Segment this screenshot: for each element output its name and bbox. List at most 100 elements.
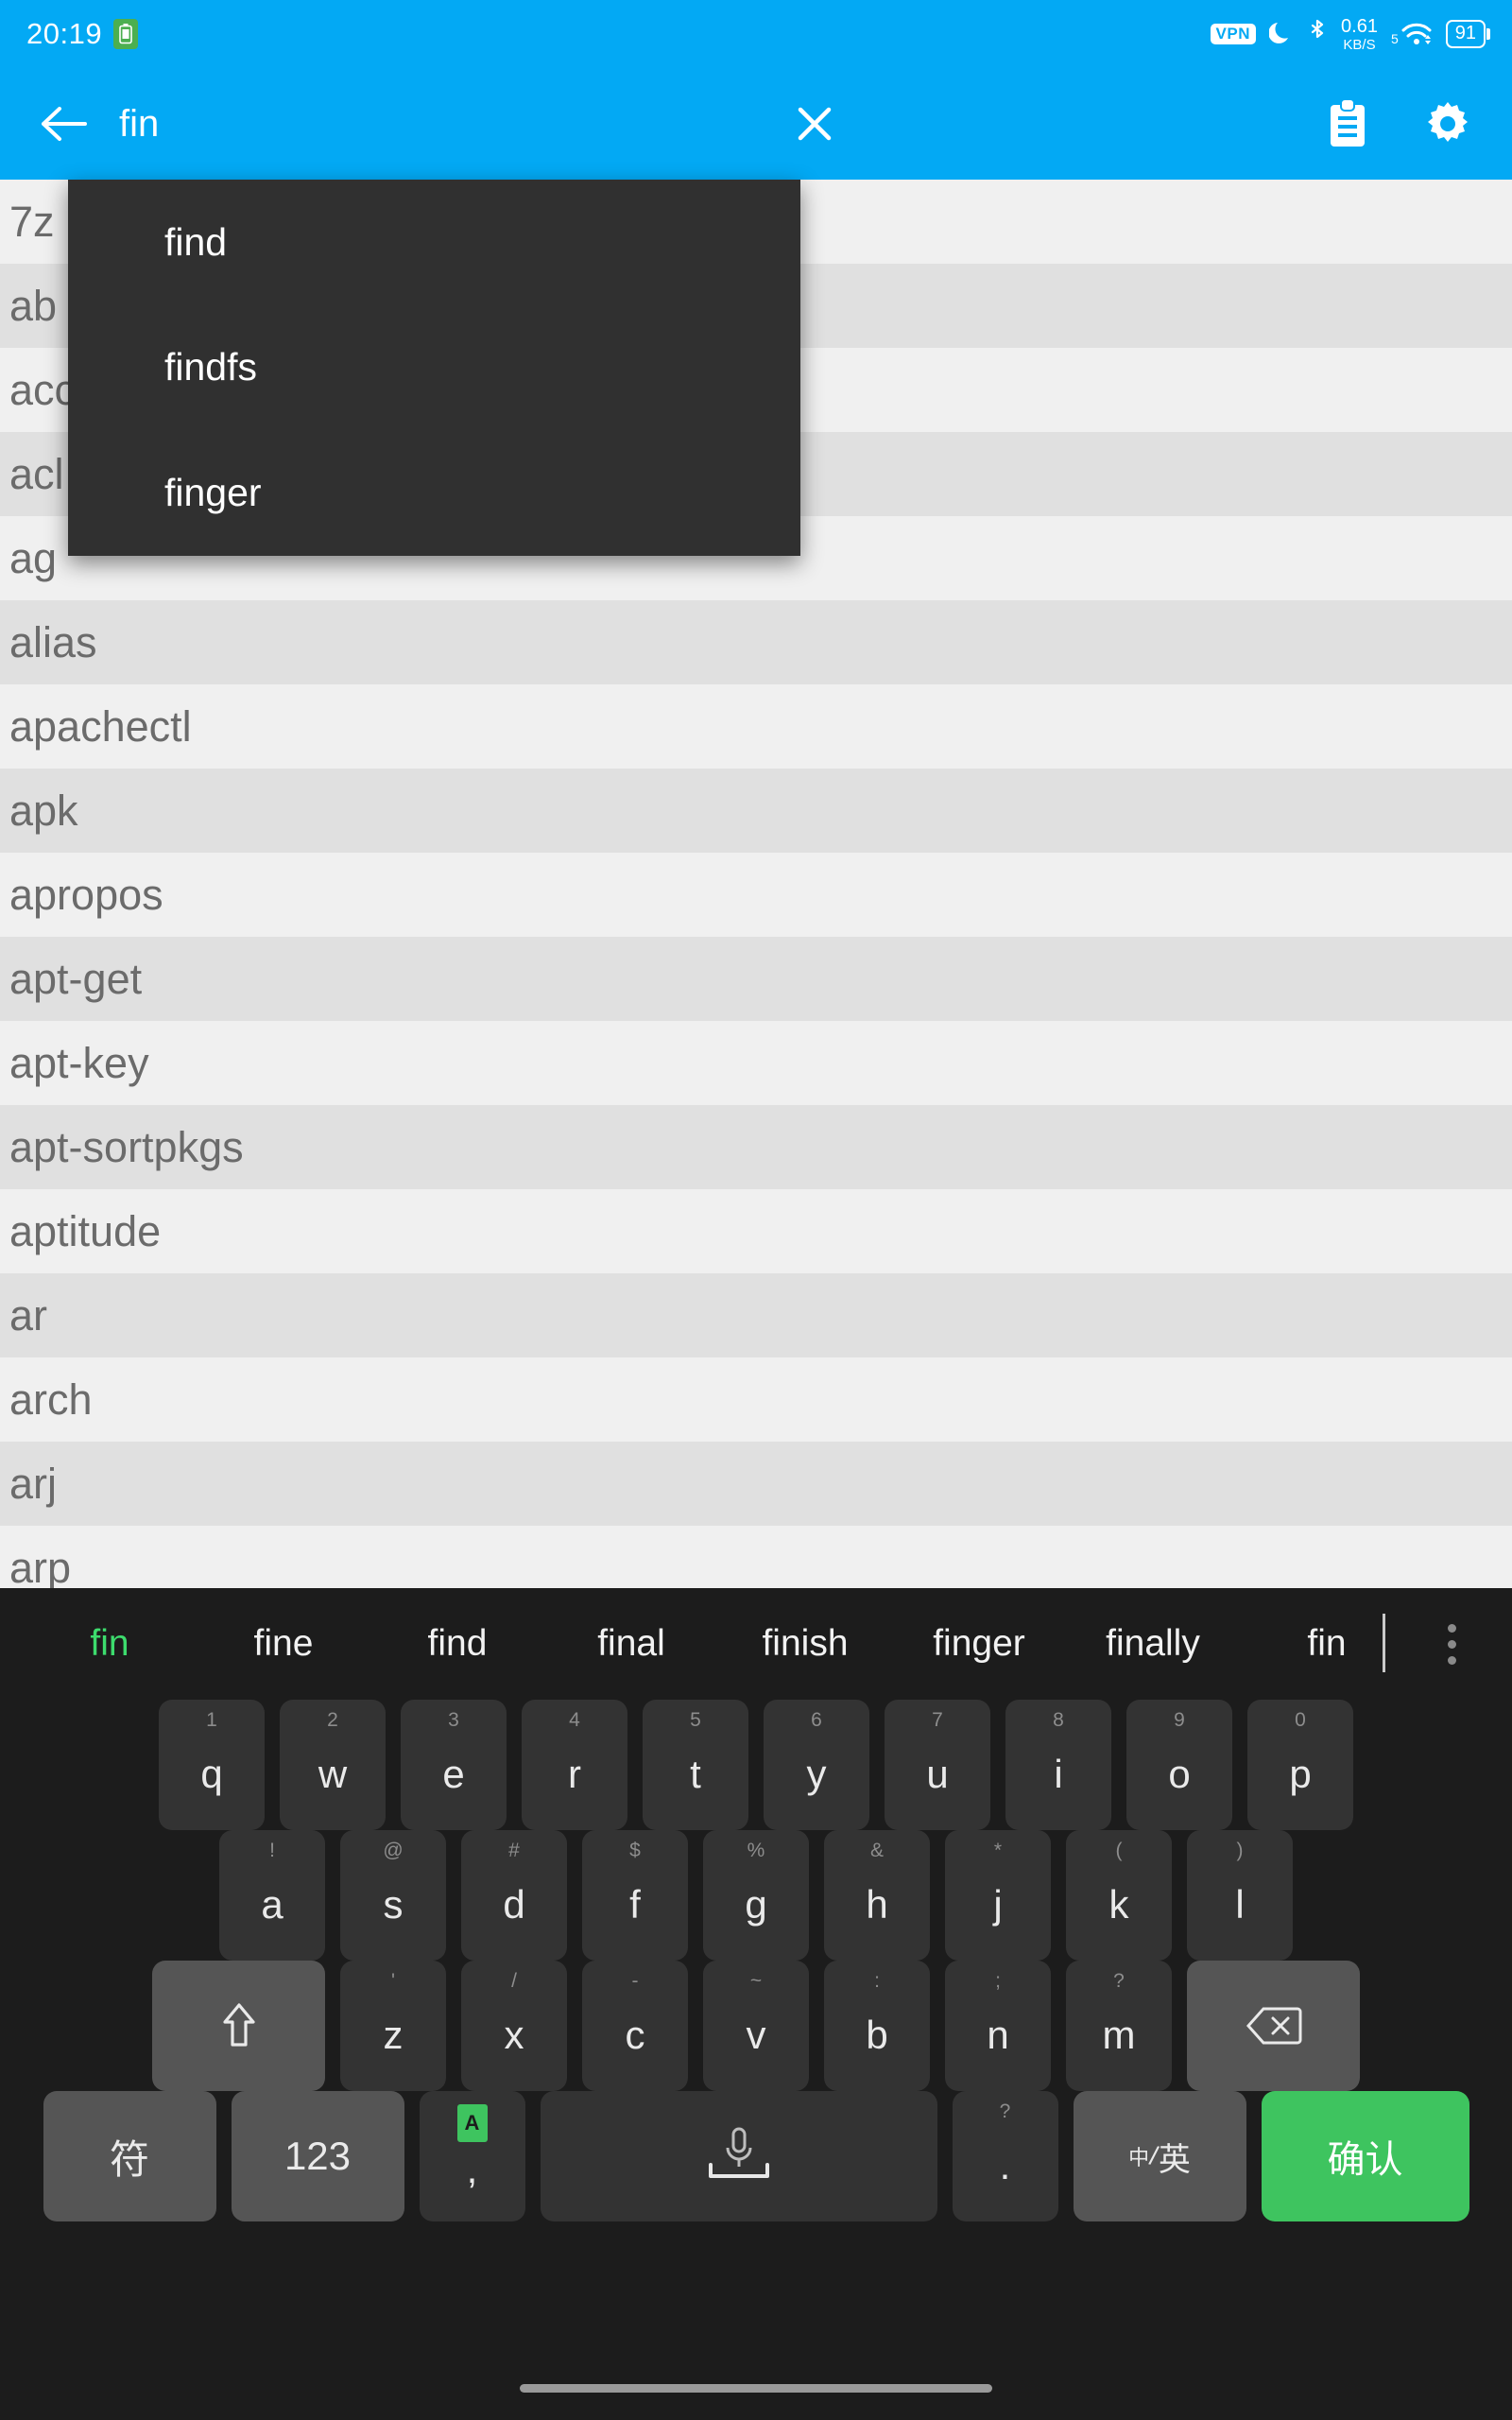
clipboard-icon[interactable]: [1314, 90, 1382, 158]
key-f[interactable]: $ f: [582, 1830, 688, 1961]
key-hint: ': [390, 1970, 396, 1992]
search-input-value: fin: [119, 102, 160, 145]
numbers-key[interactable]: 123: [231, 2091, 404, 2221]
key-label: q: [200, 1752, 223, 1796]
key-j[interactable]: * j: [945, 1830, 1051, 1961]
key-label: z: [383, 2013, 404, 2057]
autocomplete-item[interactable]: find: [68, 180, 800, 305]
back-arrow-icon[interactable]: [30, 90, 98, 158]
key-label: 确认: [1327, 2139, 1403, 2181]
list-item[interactable]: alias: [0, 600, 1512, 684]
key-m[interactable]: ? m: [1066, 1961, 1172, 2091]
key-s[interactable]: @ s: [340, 1830, 446, 1961]
suggestion-item[interactable]: finally: [1066, 1623, 1240, 1665]
keyboard-row-4: 符 123 A , ? . 中 / 英 确认: [0, 2091, 1512, 2221]
key-hint: -: [631, 1970, 639, 1992]
key-z[interactable]: ' z: [340, 1961, 446, 2091]
key-label: t: [690, 1752, 701, 1796]
key-label: u: [926, 1752, 949, 1796]
enter-key[interactable]: 确认: [1261, 2091, 1469, 2221]
key-hint: ): [1236, 1840, 1244, 1861]
list-item[interactable]: apachectl: [0, 684, 1512, 769]
list-item[interactable]: arch: [0, 1357, 1512, 1442]
key-u[interactable]: 7u: [885, 1700, 990, 1830]
key-x[interactable]: / x: [461, 1961, 567, 2091]
key-label: s: [383, 1882, 404, 1927]
suggestion-item[interactable]: final: [544, 1623, 718, 1665]
suggestion-item[interactable]: finger: [892, 1623, 1066, 1665]
key-hint: 1: [206, 1709, 217, 1731]
symbols-key[interactable]: 符: [43, 2091, 216, 2221]
suggestion-bar: fin fine find final finish finger finall…: [0, 1588, 1512, 1700]
key-label: c: [625, 2013, 645, 2057]
close-icon[interactable]: [781, 90, 849, 158]
key-label: x: [504, 2013, 524, 2057]
key-hint: ~: [749, 1970, 763, 1992]
key-v[interactable]: ~ v: [703, 1961, 809, 2091]
suggestion-item[interactable]: finish: [718, 1623, 892, 1665]
language-toggle-key[interactable]: 中 / 英: [1073, 2091, 1246, 2221]
suggestion-item[interactable]: find: [370, 1623, 544, 1665]
key-k[interactable]: (k: [1066, 1830, 1172, 1961]
key-l[interactable]: ) l: [1187, 1830, 1293, 1961]
key-d[interactable]: # d: [461, 1830, 567, 1961]
key-y[interactable]: 6y: [764, 1700, 869, 1830]
autocomplete-dropdown[interactable]: find findfs finger: [68, 180, 800, 556]
list-item[interactable]: ar: [0, 1273, 1512, 1357]
backspace-icon[interactable]: [1187, 1961, 1360, 2091]
suggestion-item[interactable]: fin: [23, 1623, 197, 1665]
search-input[interactable]: fin: [119, 90, 1314, 158]
key-a[interactable]: ! a: [219, 1830, 325, 1961]
list-item[interactable]: arj: [0, 1442, 1512, 1526]
key-hint: 4: [569, 1709, 580, 1731]
shift-up-arrow-icon[interactable]: [152, 1961, 325, 2091]
network-speed-value: 0.61: [1341, 15, 1378, 37]
key-q[interactable]: 1q: [159, 1700, 265, 1830]
key-hint: 2: [327, 1709, 338, 1731]
space-key[interactable]: [540, 2091, 937, 2221]
lang-en-label: 英: [1158, 2141, 1191, 2178]
key-label: j: [993, 1882, 1003, 1927]
key-label: f: [629, 1882, 641, 1927]
key-hint: 5: [690, 1709, 701, 1731]
key-i[interactable]: 8i: [1005, 1700, 1111, 1830]
comma-key[interactable]: A ,: [419, 2091, 525, 2221]
status-bar: 20:19 VPN 0.61 KB/S 5 91: [0, 0, 1512, 68]
period-key[interactable]: ? .: [952, 2091, 1058, 2221]
list-item[interactable]: apk: [0, 769, 1512, 853]
key-w[interactable]: 2w: [280, 1700, 386, 1830]
key-e[interactable]: 3e: [401, 1700, 507, 1830]
status-clock: 20:19: [26, 17, 103, 50]
key-g[interactable]: % g: [703, 1830, 809, 1961]
list-item[interactable]: apt-get: [0, 937, 1512, 1021]
vpn-icon: VPN: [1210, 24, 1257, 44]
key-label: d: [503, 1882, 525, 1927]
key-t[interactable]: 5t: [643, 1700, 748, 1830]
list-item[interactable]: arp: [0, 1526, 1512, 1588]
key-b[interactable]: :b: [824, 1961, 930, 2091]
overflow-menu-icon[interactable]: [1414, 1623, 1489, 1665]
list-item[interactable]: apt-key: [0, 1021, 1512, 1105]
list-item[interactable]: apt-sortpkgs: [0, 1105, 1512, 1189]
app-bar: fin: [0, 68, 1512, 180]
key-o[interactable]: 9o: [1126, 1700, 1232, 1830]
key-label: e: [442, 1752, 465, 1796]
key-h[interactable]: & h: [824, 1830, 930, 1961]
autocomplete-item[interactable]: finger: [68, 430, 800, 556]
key-label: .: [999, 2143, 1011, 2187]
key-r[interactable]: 4r: [522, 1700, 627, 1830]
gear-icon[interactable]: [1414, 90, 1482, 158]
home-gesture-pill[interactable]: [520, 2383, 992, 2393]
key-label: 符: [109, 2136, 149, 2182]
key-label: n: [987, 2013, 1009, 2057]
key-n[interactable]: ; n: [945, 1961, 1051, 2091]
key-c[interactable]: -c: [582, 1961, 688, 2091]
soft-keyboard: fin fine find final finish finger finall…: [0, 1588, 1512, 2420]
suggestion-item[interactable]: fin: [1240, 1614, 1414, 1672]
suggestion-item[interactable]: fine: [197, 1623, 370, 1665]
list-item[interactable]: aptitude: [0, 1189, 1512, 1273]
key-label: i: [1054, 1752, 1063, 1796]
key-p[interactable]: 0p: [1247, 1700, 1353, 1830]
list-item[interactable]: apropos: [0, 853, 1512, 937]
autocomplete-item[interactable]: findfs: [68, 305, 800, 431]
